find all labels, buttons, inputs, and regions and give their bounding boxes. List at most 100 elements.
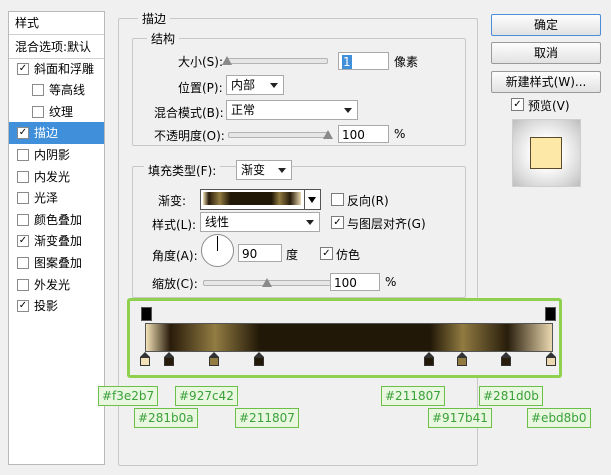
ok-button[interactable]: 确定	[491, 14, 601, 36]
chevron-down-icon	[278, 168, 286, 173]
position-select[interactable]: 内部	[226, 75, 284, 95]
size-slider[interactable]	[226, 58, 328, 64]
checked-checkbox[interactable]: ✓	[17, 235, 29, 248]
checkbox[interactable]	[17, 213, 29, 226]
color-stop-marker[interactable]	[546, 352, 556, 366]
style-list-item[interactable]: 等高线	[9, 79, 104, 101]
style-list-item[interactable]: 内发光	[9, 166, 104, 188]
style-list-item[interactable]: 光泽	[9, 187, 104, 209]
checkbox[interactable]	[32, 105, 44, 118]
angle-dial[interactable]	[201, 234, 234, 267]
cancel-button[interactable]: 取消	[491, 42, 601, 64]
fill-type-select[interactable]: 渐变	[236, 160, 292, 180]
style-list-item[interactable]: ✓ 描边	[9, 122, 104, 145]
style-list-item-label: 混合选项:默认	[15, 40, 92, 54]
color-stop-swatch	[209, 357, 220, 366]
dither-checkbox[interactable]: ✓	[320, 247, 333, 260]
style-list-header-label: 样式	[15, 16, 40, 30]
checkbox[interactable]	[32, 84, 44, 97]
blend-mode-value: 正常	[231, 103, 256, 117]
checked-checkbox[interactable]: ✓	[17, 300, 29, 313]
gradient-style-select[interactable]: 线性	[200, 212, 320, 232]
style-list-item[interactable]: 外发光	[9, 274, 104, 296]
style-list-item[interactable]: ✓ 投影	[9, 295, 104, 317]
color-tag-stop-4: #211807	[235, 408, 299, 428]
dither-label: 仿色	[336, 248, 361, 262]
color-stops	[140, 352, 556, 368]
align-with-layer-label: 与图层对齐(G)	[347, 217, 426, 231]
style-list-item-label: 外发光	[34, 277, 71, 292]
style-list-item-label: 投影	[34, 299, 59, 314]
opacity-slider-thumb[interactable]	[323, 130, 333, 139]
color-tag-stop-6: #917b41	[428, 408, 492, 428]
blend-mode-select[interactable]: 正常	[226, 100, 358, 120]
angle-dial-needle	[217, 236, 218, 251]
scale-slider-thumb[interactable]	[262, 278, 272, 287]
stroke-title: 描边	[138, 10, 171, 27]
checkbox[interactable]	[17, 278, 29, 291]
blend-mode-label: 混合模式(B):	[154, 106, 224, 120]
angle-input[interactable]: 90	[238, 244, 282, 262]
preview-label: 预览(V)	[528, 99, 570, 113]
color-tag-stop-3: #927c42	[175, 386, 238, 406]
style-list-item-label: 光泽	[34, 191, 59, 206]
chevron-down-icon	[306, 220, 314, 225]
align-with-layer-checkbox[interactable]: ✓	[331, 216, 344, 229]
size-slider-thumb[interactable]	[222, 56, 232, 65]
opacity-value: 100	[342, 128, 365, 142]
chevron-down-icon	[308, 197, 316, 203]
color-tag-stop-8: #ebd8b0	[527, 408, 591, 428]
opacity-stop-right[interactable]	[545, 307, 556, 321]
new-style-button[interactable]: 新建样式(W)...	[491, 71, 601, 93]
scale-value: 100	[334, 276, 357, 290]
chevron-down-icon	[270, 83, 278, 88]
opacity-stop-left[interactable]	[141, 307, 152, 321]
opacity-slider[interactable]	[228, 132, 330, 138]
gradient-style-value: 线性	[205, 215, 230, 229]
color-stop-marker[interactable]	[253, 352, 264, 366]
checkbox[interactable]	[17, 149, 29, 161]
style-list-item[interactable]: 图案叠加	[9, 252, 104, 274]
preview-checkbox[interactable]: ✓	[511, 98, 524, 111]
scale-input[interactable]: 100	[330, 273, 380, 291]
gradient-bar[interactable]	[145, 323, 553, 352]
color-stop-marker[interactable]	[209, 352, 220, 366]
style-list-item-label: 图案叠加	[34, 256, 83, 270]
opacity-label: 不透明度(O):	[154, 129, 225, 143]
style-list-item[interactable]: ✓ 渐变叠加	[9, 230, 104, 252]
style-list-item[interactable]: 内阴影	[9, 144, 104, 166]
color-stop-marker[interactable]	[501, 352, 512, 366]
style-list-item[interactable]: ✓ 斜面和浮雕	[9, 58, 104, 80]
style-list-item-label: 等高线	[49, 83, 86, 98]
color-stop-marker[interactable]	[140, 352, 150, 366]
color-tag-stop-5: #211807	[381, 386, 445, 406]
opacity-unit: %	[394, 127, 406, 141]
checked-checkbox[interactable]: ✓	[17, 62, 29, 75]
opacity-input[interactable]: 100	[338, 125, 389, 143]
style-list-item-label: 描边	[34, 126, 59, 141]
style-list-header: 样式	[9, 12, 104, 35]
style-list-item-label: 颜色叠加	[34, 212, 83, 227]
checkbox[interactable]	[17, 170, 29, 183]
style-list-item[interactable]: 混合选项:默认	[9, 36, 104, 59]
checked-checkbox[interactable]: ✓	[17, 127, 29, 140]
color-stop-swatch	[140, 357, 150, 366]
style-list-item-label: 内发光	[34, 169, 71, 184]
color-stop-marker[interactable]	[164, 352, 175, 366]
reverse-checkbox[interactable]	[331, 193, 344, 206]
color-stop-swatch	[424, 357, 435, 366]
gradient-style-label: 样式(L):	[152, 218, 197, 232]
style-list-item-label: 内阴影	[34, 148, 71, 162]
gradient-label: 渐变:	[158, 194, 187, 208]
style-list-item[interactable]: 纹理	[9, 101, 104, 123]
gradient-picker[interactable]	[200, 189, 321, 210]
checkbox[interactable]	[17, 257, 29, 269]
size-label: 大小(S):	[178, 55, 224, 69]
checkbox[interactable]	[17, 192, 29, 205]
color-tag-stop-7: #281d0b	[479, 386, 543, 406]
style-list-item[interactable]: 颜色叠加	[9, 209, 104, 231]
size-input[interactable]: 1	[338, 52, 389, 70]
gradient-dropdown-button[interactable]	[304, 190, 320, 209]
color-stop-marker[interactable]	[456, 352, 467, 366]
color-stop-marker[interactable]	[424, 352, 435, 366]
